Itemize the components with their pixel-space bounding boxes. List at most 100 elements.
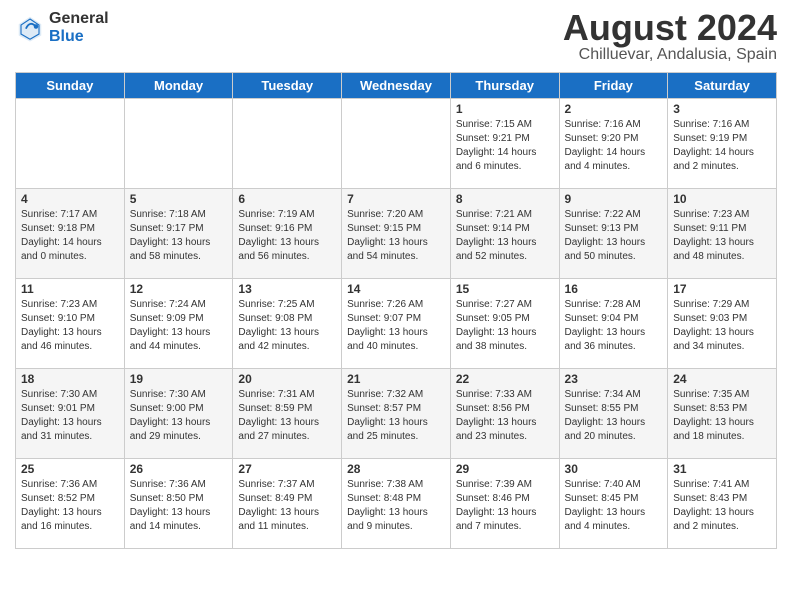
table-row — [16, 99, 125, 189]
table-row: 18 Sunrise: 7:30 AM Sunset: 9:01 PM Dayli… — [16, 369, 125, 459]
table-row: 5Sunrise: 7:18 AM Sunset: 9:17 PM Daylig… — [124, 189, 233, 279]
table-row: 27Sunrise: 7:37 AM Sunset: 8:49 PM Dayli… — [233, 459, 342, 549]
table-row: 15Sunrise: 7:27 AM Sunset: 9:05 PM Dayli… — [450, 279, 559, 369]
table-row: 25Sunrise: 7:36 AM Sunset: 8:52 PM Dayli… — [16, 459, 125, 549]
day-info: Sunrise: 7:23 AM Sunset: 9:11 PM Dayligh… — [673, 208, 771, 264]
day-info: Sunrise: 7:23 AM Sunset: 9:10 PM Dayligh… — [21, 298, 119, 354]
table-row: 24Sunrise: 7:35 AM Sunset: 8:53 PM Dayli… — [668, 369, 777, 459]
table-row: 26 Sunrise: 7:36 AM Sunset: 8:50 PM Dayli… — [124, 459, 233, 549]
table-row: 14 Sunrise: 7:26 AM Sunset: 9:07 PM Dayli… — [342, 279, 451, 369]
day-info: Sunrise: 7:25 AM Sunset: 9:08 PM Dayligh… — [238, 298, 336, 354]
header-saturday: Saturday — [668, 73, 777, 99]
day-info: Sunrise: 7:28 AM Sunset: 9:04 PM Dayligh… — [565, 298, 663, 354]
day-number: 27 — [238, 462, 336, 476]
day-info: Sunrise: 7:41 AM Sunset: 8:43 PM Dayligh… — [673, 478, 771, 534]
day-number: 26 — [130, 462, 228, 476]
day-number: 23 — [565, 372, 663, 386]
day-number: 11 — [21, 282, 119, 296]
day-info: Sunrise: 7:26 AM Sunset: 9:07 PM Dayligh… — [347, 298, 445, 354]
day-number: 15 — [456, 282, 554, 296]
calendar-week-row: 11 Sunrise: 7:23 AM Sunset: 9:10 PM Dayli… — [16, 279, 777, 369]
day-number: 25 — [21, 462, 119, 476]
day-number: 18 — [21, 372, 119, 386]
page: General Blue August 2024 Chilluevar, And… — [0, 0, 792, 559]
table-row — [342, 99, 451, 189]
day-info: Sunrise: 7:16 AM Sunset: 9:20 PM Dayligh… — [565, 118, 663, 174]
table-row: 1 Sunrise: 7:15 AM Sunset: 9:21 PM Daylig… — [450, 99, 559, 189]
day-number: 22 — [456, 372, 554, 386]
table-row: 21 Sunrise: 7:32 AM Sunset: 8:57 PM Dayli… — [342, 369, 451, 459]
day-number: 14 — [347, 282, 445, 296]
day-number: 24 — [673, 372, 771, 386]
header-thursday: Thursday — [450, 73, 559, 99]
table-row: 4Sunrise: 7:17 AM Sunset: 9:18 PM Daylig… — [16, 189, 125, 279]
day-info: Sunrise: 7:39 AM Sunset: 8:46 PM Dayligh… — [456, 478, 554, 534]
calendar-week-row: 1 Sunrise: 7:15 AM Sunset: 9:21 PM Daylig… — [16, 99, 777, 189]
day-number: 1 — [456, 102, 554, 116]
table-row: 12 Sunrise: 7:24 AM Sunset: 9:09 PM Dayli… — [124, 279, 233, 369]
table-row: 9 Sunrise: 7:22 AM Sunset: 9:13 PM Daylig… — [559, 189, 668, 279]
day-info: Sunrise: 7:24 AM Sunset: 9:09 PM Dayligh… — [130, 298, 228, 354]
day-info: Sunrise: 7:34 AM Sunset: 8:55 PM Dayligh… — [565, 388, 663, 444]
table-row — [124, 99, 233, 189]
day-number: 20 — [238, 372, 336, 386]
table-row: 6 Sunrise: 7:19 AM Sunset: 9:16 PM Daylig… — [233, 189, 342, 279]
day-info: Sunrise: 7:38 AM Sunset: 8:48 PM Dayligh… — [347, 478, 445, 534]
header-monday: Monday — [124, 73, 233, 99]
table-row: 28 Sunrise: 7:38 AM Sunset: 8:48 PM Dayli… — [342, 459, 451, 549]
table-row: 8 Sunrise: 7:21 AM Sunset: 9:14 PM Daylig… — [450, 189, 559, 279]
table-row: 30 Sunrise: 7:40 AM Sunset: 8:45 PM Dayli… — [559, 459, 668, 549]
day-info: Sunrise: 7:36 AM Sunset: 8:50 PM Dayligh… — [130, 478, 228, 534]
table-row: 20 Sunrise: 7:31 AM Sunset: 8:59 PM Dayli… — [233, 369, 342, 459]
day-number: 9 — [565, 192, 663, 206]
calendar-week-row: 18 Sunrise: 7:30 AM Sunset: 9:01 PM Dayli… — [16, 369, 777, 459]
day-number: 6 — [238, 192, 336, 206]
day-number: 8 — [456, 192, 554, 206]
logo-general-label: General — [49, 10, 109, 28]
day-number: 2 — [565, 102, 663, 116]
day-info: Sunrise: 7:18 AM Sunset: 9:17 PM Dayligh… — [130, 208, 228, 264]
day-info: Sunrise: 7:31 AM Sunset: 8:59 PM Dayligh… — [238, 388, 336, 444]
header-friday: Friday — [559, 73, 668, 99]
day-info: Sunrise: 7:19 AM Sunset: 9:16 PM Dayligh… — [238, 208, 336, 264]
day-info: Sunrise: 7:15 AM Sunset: 9:21 PM Dayligh… — [456, 118, 554, 174]
day-info: Sunrise: 7:29 AM Sunset: 9:03 PM Dayligh… — [673, 298, 771, 354]
logo-icon — [15, 13, 45, 43]
day-number: 19 — [130, 372, 228, 386]
day-number: 30 — [565, 462, 663, 476]
day-number: 12 — [130, 282, 228, 296]
day-info: Sunrise: 7:21 AM Sunset: 9:14 PM Dayligh… — [456, 208, 554, 264]
calendar-week-row: 25Sunrise: 7:36 AM Sunset: 8:52 PM Dayli… — [16, 459, 777, 549]
calendar-table: Sunday Monday Tuesday Wednesday Thursday… — [15, 72, 777, 549]
day-number: 10 — [673, 192, 771, 206]
table-row: 13 Sunrise: 7:25 AM Sunset: 9:08 PM Dayli… — [233, 279, 342, 369]
day-number: 21 — [347, 372, 445, 386]
table-row: 17Sunrise: 7:29 AM Sunset: 9:03 PM Dayli… — [668, 279, 777, 369]
day-number: 28 — [347, 462, 445, 476]
table-row: 19 Sunrise: 7:30 AM Sunset: 9:00 PM Dayli… — [124, 369, 233, 459]
day-number: 13 — [238, 282, 336, 296]
table-row: 11 Sunrise: 7:23 AM Sunset: 9:10 PM Dayli… — [16, 279, 125, 369]
weekday-header-row: Sunday Monday Tuesday Wednesday Thursday… — [16, 73, 777, 99]
logo-blue-label: Blue — [49, 28, 109, 46]
title-block: August 2024 Chilluevar, Andalusia, Spain — [563, 10, 777, 64]
logo-text: General Blue — [49, 10, 109, 45]
table-row: 3Sunrise: 7:16 AM Sunset: 9:19 PM Daylig… — [668, 99, 777, 189]
day-info: Sunrise: 7:33 AM Sunset: 8:56 PM Dayligh… — [456, 388, 554, 444]
day-info: Sunrise: 7:30 AM Sunset: 9:00 PM Dayligh… — [130, 388, 228, 444]
header: General Blue August 2024 Chilluevar, And… — [15, 10, 777, 64]
table-row: 16 Sunrise: 7:28 AM Sunset: 9:04 PM Dayli… — [559, 279, 668, 369]
day-info: Sunrise: 7:30 AM Sunset: 9:01 PM Dayligh… — [21, 388, 119, 444]
day-number: 16 — [565, 282, 663, 296]
day-info: Sunrise: 7:16 AM Sunset: 9:19 PM Dayligh… — [673, 118, 771, 174]
table-row: 7Sunrise: 7:20 AM Sunset: 9:15 PM Daylig… — [342, 189, 451, 279]
table-row: 2 Sunrise: 7:16 AM Sunset: 9:20 PM Daylig… — [559, 99, 668, 189]
header-sunday: Sunday — [16, 73, 125, 99]
table-row: 31 Sunrise: 7:41 AM Sunset: 8:43 PM Dayli… — [668, 459, 777, 549]
day-info: Sunrise: 7:32 AM Sunset: 8:57 PM Dayligh… — [347, 388, 445, 444]
day-info: Sunrise: 7:40 AM Sunset: 8:45 PM Dayligh… — [565, 478, 663, 534]
header-wednesday: Wednesday — [342, 73, 451, 99]
day-number: 31 — [673, 462, 771, 476]
day-info: Sunrise: 7:22 AM Sunset: 9:13 PM Dayligh… — [565, 208, 663, 264]
day-number: 7 — [347, 192, 445, 206]
